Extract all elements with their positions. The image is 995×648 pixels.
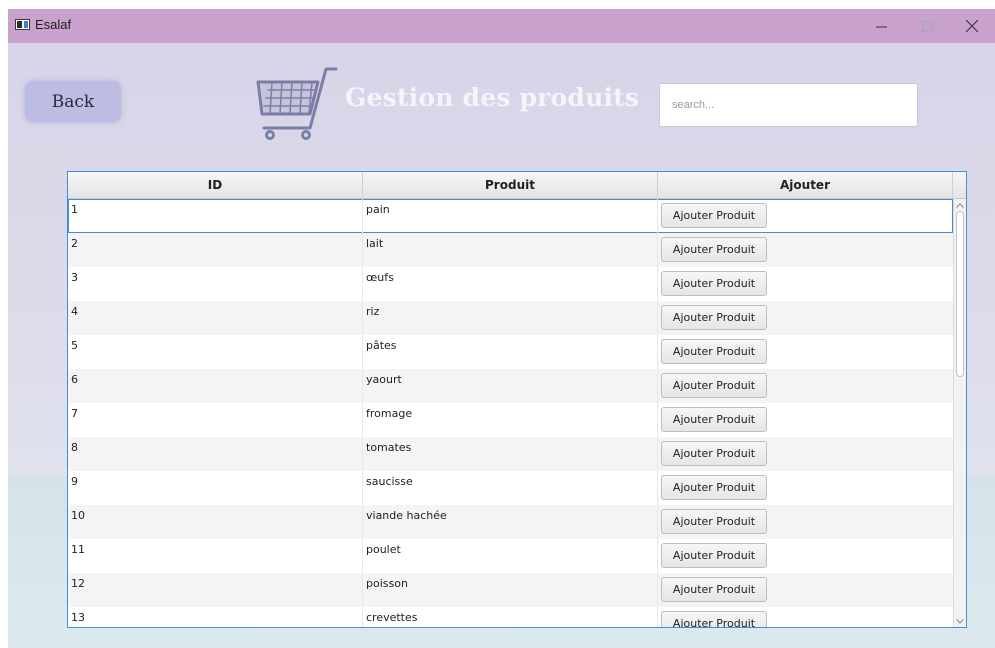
scroll-down-icon[interactable]: [954, 616, 966, 626]
column-header-id[interactable]: ID: [68, 172, 363, 198]
app-window-icon: [15, 19, 30, 30]
cell-id: 7: [68, 403, 363, 437]
cell-id: 11: [68, 539, 363, 573]
cell-ajouter: Ajouter Produit: [658, 471, 953, 505]
products-table: ID Produit Ajouter 1 pain Ajouter Produi…: [67, 171, 967, 628]
table-row[interactable]: 7 fromage Ajouter Produit: [68, 403, 953, 437]
cell-ajouter: Ajouter Produit: [658, 539, 953, 573]
column-header-filler: [953, 172, 966, 198]
cell-produit: crevettes: [363, 607, 658, 627]
cell-id: 1: [68, 199, 363, 233]
cell-produit: pâtes: [363, 335, 658, 369]
table-row[interactable]: 6 yaourt Ajouter Produit: [68, 369, 953, 403]
table-body: 1 pain Ajouter Produit 2 lait Ajouter Pr…: [68, 199, 953, 627]
cell-produit: pain: [363, 199, 658, 233]
cell-ajouter: Ajouter Produit: [658, 573, 953, 607]
table-row[interactable]: 3 œufs Ajouter Produit: [68, 267, 953, 301]
vertical-scrollbar[interactable]: [953, 199, 966, 627]
close-icon: [966, 20, 978, 32]
cell-ajouter: Ajouter Produit: [658, 403, 953, 437]
scroll-up-icon[interactable]: [954, 200, 966, 210]
shopping-cart-icon: [256, 67, 338, 140]
cell-produit: saucisse: [363, 471, 658, 505]
cell-id: 5: [68, 335, 363, 369]
cell-id: 9: [68, 471, 363, 505]
table-row[interactable]: 10 viande hachée Ajouter Produit: [68, 505, 953, 539]
app-window: Esalaf Back Gestion des produits ID Prod…: [8, 9, 995, 648]
cell-produit: riz: [363, 301, 658, 335]
cell-ajouter: Ajouter Produit: [658, 301, 953, 335]
cell-produit: lait: [363, 233, 658, 267]
table-row[interactable]: 11 poulet Ajouter Produit: [68, 539, 953, 573]
add-product-button[interactable]: Ajouter Produit: [661, 577, 767, 602]
cell-ajouter: Ajouter Produit: [658, 199, 953, 233]
cell-id: 10: [68, 505, 363, 539]
add-product-button[interactable]: Ajouter Produit: [661, 203, 767, 228]
table-header: ID Produit Ajouter: [68, 172, 966, 199]
cell-id: 4: [68, 301, 363, 335]
table-row[interactable]: 2 lait Ajouter Produit: [68, 233, 953, 267]
cell-ajouter: Ajouter Produit: [658, 607, 953, 627]
cell-ajouter: Ajouter Produit: [658, 335, 953, 369]
table-row[interactable]: 1 pain Ajouter Produit: [68, 199, 953, 233]
back-button[interactable]: Back: [25, 81, 121, 122]
minimize-button[interactable]: [858, 9, 904, 43]
cell-ajouter: Ajouter Produit: [658, 505, 953, 539]
add-product-button[interactable]: Ajouter Produit: [661, 373, 767, 398]
title-bar[interactable]: Esalaf: [8, 9, 995, 43]
cell-produit: œufs: [363, 267, 658, 301]
cell-id: 3: [68, 267, 363, 301]
cell-produit: fromage: [363, 403, 658, 437]
cell-id: 6: [68, 369, 363, 403]
maximize-button[interactable]: [904, 9, 950, 43]
cell-produit: poisson: [363, 573, 658, 607]
add-product-button[interactable]: Ajouter Produit: [661, 271, 767, 296]
cell-ajouter: Ajouter Produit: [658, 369, 953, 403]
cell-produit: viande hachée: [363, 505, 658, 539]
search-input[interactable]: [659, 83, 918, 127]
table-row[interactable]: 9 saucisse Ajouter Produit: [68, 471, 953, 505]
cell-id: 13: [68, 607, 363, 627]
add-product-button[interactable]: Ajouter Produit: [661, 339, 767, 364]
add-product-button[interactable]: Ajouter Produit: [661, 441, 767, 466]
cell-id: 12: [68, 573, 363, 607]
column-header-ajouter[interactable]: Ajouter: [658, 172, 953, 198]
minimize-icon: [875, 26, 887, 27]
cell-produit: tomates: [363, 437, 658, 471]
cell-produit: poulet: [363, 539, 658, 573]
table-row[interactable]: 5 pâtes Ajouter Produit: [68, 335, 953, 369]
close-button[interactable]: [949, 9, 995, 43]
table-row[interactable]: 13 crevettes Ajouter Produit: [68, 607, 953, 627]
add-product-button[interactable]: Ajouter Produit: [661, 407, 767, 432]
add-product-button[interactable]: Ajouter Produit: [661, 509, 767, 534]
add-product-button[interactable]: Ajouter Produit: [661, 475, 767, 500]
cell-id: 2: [68, 233, 363, 267]
cell-ajouter: Ajouter Produit: [658, 233, 953, 267]
window-title: Esalaf: [35, 17, 72, 32]
add-product-button[interactable]: Ajouter Produit: [661, 305, 767, 330]
cell-produit: yaourt: [363, 369, 658, 403]
page-title: Gestion des produits: [345, 83, 640, 112]
add-product-button[interactable]: Ajouter Produit: [661, 611, 767, 627]
add-product-button[interactable]: Ajouter Produit: [661, 543, 767, 568]
cell-ajouter: Ajouter Produit: [658, 437, 953, 471]
add-product-button[interactable]: Ajouter Produit: [661, 237, 767, 262]
scrollbar-thumb[interactable]: [956, 211, 964, 377]
cell-ajouter: Ajouter Produit: [658, 267, 953, 301]
column-header-produit[interactable]: Produit: [363, 172, 658, 198]
cell-id: 8: [68, 437, 363, 471]
table-row[interactable]: 8 tomates Ajouter Produit: [68, 437, 953, 471]
table-row[interactable]: 12 poisson Ajouter Produit: [68, 573, 953, 607]
table-row[interactable]: 4 riz Ajouter Produit: [68, 301, 953, 335]
maximize-icon: [921, 20, 933, 32]
